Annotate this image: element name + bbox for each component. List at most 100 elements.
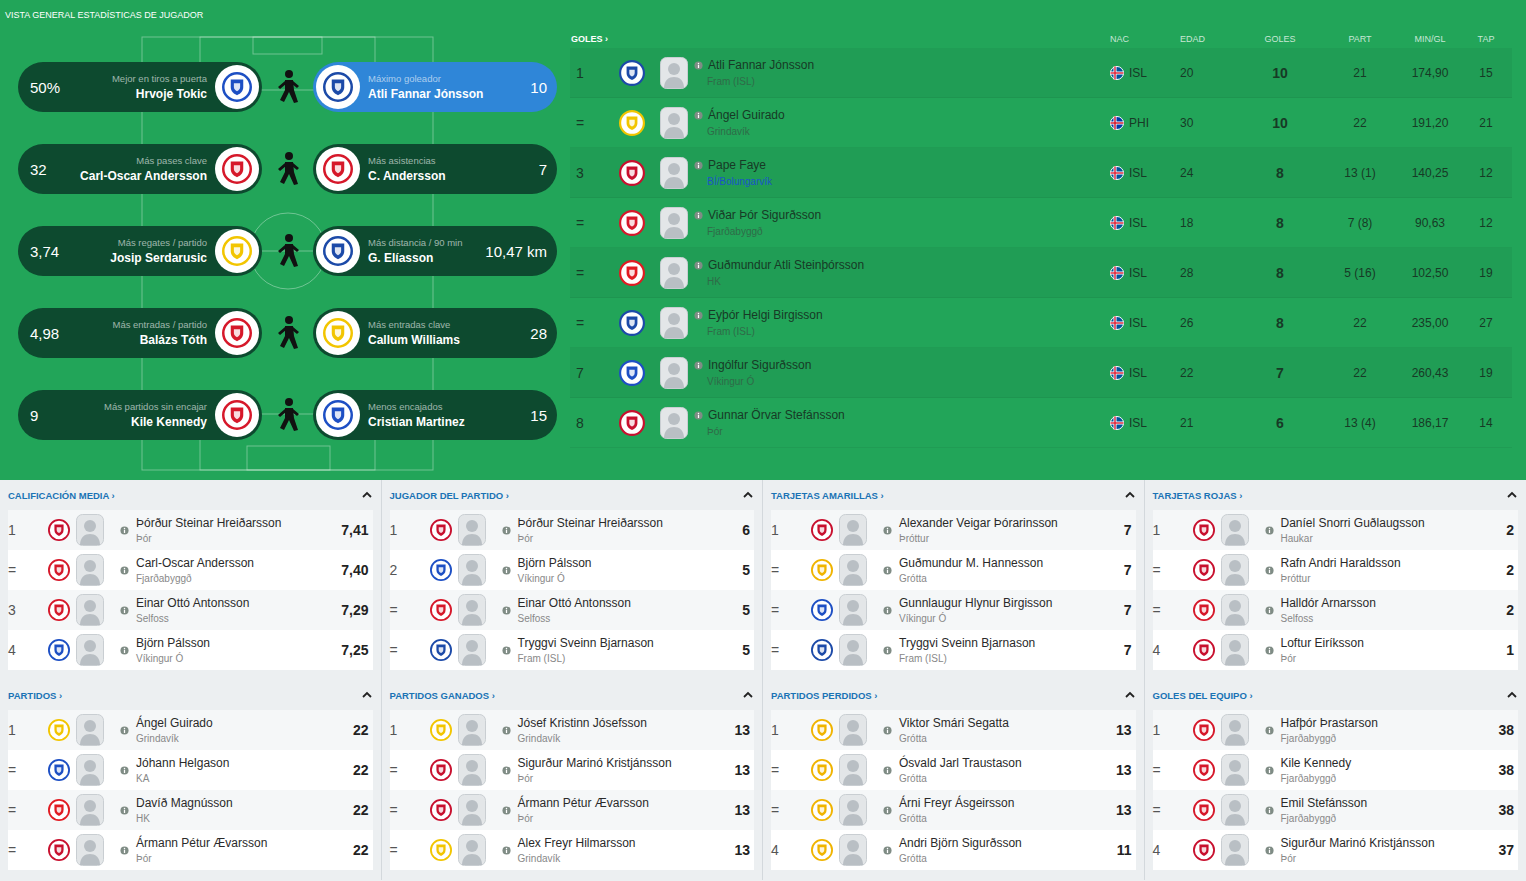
column-header[interactable]: TAP — [1460, 34, 1512, 44]
leader-card[interactable]: 15Menos encajadosCristian Martinez — [313, 390, 557, 440]
column-header[interactable]: EDAD — [1180, 34, 1240, 44]
info-icon[interactable] — [1265, 566, 1274, 575]
player-name[interactable]: Eyþór Helgi Birgisson — [708, 308, 823, 322]
club-name[interactable]: Fram (ISL) — [694, 326, 1110, 337]
column-header[interactable]: NAC — [1110, 34, 1180, 44]
goals-row[interactable]: 1Atli Fannar JónssonFram (ISL)ISL2010211… — [570, 48, 1512, 98]
collapse-chevron-icon[interactable] — [1124, 489, 1136, 501]
panel-row[interactable]: 2Björn PálssonVíkingur Ó5 — [390, 550, 755, 590]
panel-row[interactable]: =Alex Freyr HilmarssonGrindavík13 — [390, 830, 755, 870]
player-name[interactable]: Viðar Þór Sigurðsson — [708, 208, 821, 222]
panel-row[interactable]: 1Hafþór ÞrastarsonFjarðabyggð38 — [1153, 710, 1519, 750]
collapse-chevron-icon[interactable] — [1506, 489, 1518, 501]
player-name[interactable]: Rafn Andri Haraldsson — [1281, 556, 1499, 570]
club-name[interactable]: Þór — [518, 533, 735, 544]
leader-card[interactable]: 3,74Más regates / partidoJosip Serdarusi… — [18, 226, 262, 276]
panel-title[interactable]: GOLES DEL EQUIPO › — [1153, 690, 1253, 701]
info-icon[interactable] — [502, 646, 511, 655]
info-icon[interactable] — [694, 161, 703, 170]
leader-name[interactable]: Atli Fannar Jónsson — [368, 87, 522, 101]
club-name[interactable]: Víkingur Ó — [899, 613, 1116, 624]
goals-row[interactable]: 3Pape FayeBÍ/BolungarvíkISL24813 (1)140,… — [570, 148, 1512, 198]
club-name[interactable]: Þór — [518, 813, 727, 824]
info-icon[interactable] — [1265, 806, 1274, 815]
player-name[interactable]: Kile Kennedy — [1281, 756, 1491, 770]
club-name[interactable]: Grótta — [899, 573, 1116, 584]
collapse-chevron-icon[interactable] — [361, 689, 373, 701]
panel-row[interactable]: =Tryggvi Sveinn BjarnasonFram (ISL)5 — [390, 630, 755, 670]
player-name[interactable]: Ármann Pétur Ævarsson — [136, 836, 345, 850]
panel-row[interactable]: 1Þórður Steinar HreiðarssonÞór7,41 — [8, 510, 373, 550]
club-name[interactable]: Fjarðabyggð — [1281, 813, 1491, 824]
info-icon[interactable] — [1265, 766, 1274, 775]
info-icon[interactable] — [120, 646, 129, 655]
club-name[interactable]: Grótta — [899, 813, 1108, 824]
info-icon[interactable] — [120, 806, 129, 815]
player-name[interactable]: Tryggvi Sveinn Bjarnason — [518, 636, 735, 650]
player-name[interactable]: Carl-Oscar Andersson — [136, 556, 333, 570]
column-header[interactable]: MIN/GL — [1400, 34, 1460, 44]
player-name[interactable]: Pape Faye — [708, 158, 766, 172]
info-icon[interactable] — [883, 846, 892, 855]
leader-name[interactable]: Balázs Tóth — [67, 333, 207, 347]
panel-row[interactable]: 1Alexander Veigar ÞórarinssonÞróttur7 — [771, 510, 1136, 550]
info-icon[interactable] — [1265, 846, 1274, 855]
club-name[interactable]: Þór — [1281, 653, 1499, 664]
player-name[interactable]: Ángel Guirado — [136, 716, 345, 730]
leader-card[interactable]: 7Más asistenciasC. Andersson — [313, 144, 557, 194]
info-icon[interactable] — [502, 726, 511, 735]
info-icon[interactable] — [883, 606, 892, 615]
panel-row[interactable]: 1Viktor Smári SegattaGrótta13 — [771, 710, 1136, 750]
panel-row[interactable]: 1Þórður Steinar HreiðarssonÞór6 — [390, 510, 755, 550]
panel-row[interactable]: =Carl-Oscar AnderssonFjarðabyggð7,40 — [8, 550, 373, 590]
club-name[interactable]: Fram (ISL) — [518, 653, 735, 664]
panel-row[interactable]: =Davíð MagnússonHK22 — [8, 790, 373, 830]
info-icon[interactable] — [883, 766, 892, 775]
info-icon[interactable] — [694, 111, 703, 120]
collapse-chevron-icon[interactable] — [1506, 689, 1518, 701]
player-name[interactable]: Hafþór Þrastarson — [1281, 716, 1491, 730]
collapse-chevron-icon[interactable] — [361, 489, 373, 501]
goals-row[interactable]: =Guðmundur Atli SteinþórssonHKISL2885 (1… — [570, 248, 1512, 298]
info-icon[interactable] — [694, 261, 703, 270]
player-name[interactable]: Guðmundur Atli Steinþórsson — [708, 258, 864, 272]
info-icon[interactable] — [502, 846, 511, 855]
info-icon[interactable] — [502, 526, 511, 535]
player-name[interactable]: Sigurður Marinó Kristjánsson — [1281, 836, 1491, 850]
player-name[interactable]: Alexander Veigar Þórarinsson — [899, 516, 1116, 530]
club-name[interactable]: Þór — [694, 426, 1110, 437]
club-name[interactable]: Þór — [518, 773, 727, 784]
leader-card[interactable]: 10,47 kmMás distancia / 90 minG. Elíasso… — [313, 226, 557, 276]
info-icon[interactable] — [1265, 526, 1274, 535]
info-icon[interactable] — [694, 61, 703, 70]
player-name[interactable]: Daníel Snorri Guðlaugsson — [1281, 516, 1499, 530]
panel-row[interactable]: 4Loftur EiríkssonÞór1 — [1153, 630, 1519, 670]
info-icon[interactable] — [883, 726, 892, 735]
info-icon[interactable] — [694, 411, 703, 420]
panel-row[interactable]: 1Daníel Snorri GuðlaugssonHaukar2 — [1153, 510, 1519, 550]
player-name[interactable]: Sigurður Marinó Kristjánsson — [518, 756, 727, 770]
club-name[interactable]: Þór — [136, 853, 345, 864]
panel-row[interactable]: =Rafn Andri HaraldssonÞróttur2 — [1153, 550, 1519, 590]
panel-row[interactable]: =Guðmundur M. HannessonGrótta7 — [771, 550, 1136, 590]
panel-row[interactable]: =Kile KennedyFjarðabyggð38 — [1153, 750, 1519, 790]
club-name[interactable]: Grótta — [899, 853, 1109, 864]
panel-row[interactable]: =Tryggvi Sveinn BjarnasonFram (ISL)7 — [771, 630, 1136, 670]
player-name[interactable]: Gunnlaugur Hlynur Birgisson — [899, 596, 1116, 610]
panel-title[interactable]: TARJETAS ROJAS › — [1153, 490, 1243, 501]
player-name[interactable]: Jósef Kristinn Jósefsson — [518, 716, 727, 730]
info-icon[interactable] — [883, 646, 892, 655]
player-name[interactable]: Ingólfur Sigurðsson — [708, 358, 811, 372]
leader-card[interactable]: 4,98Más entradas / partidoBalázs Tóth — [18, 308, 262, 358]
player-name[interactable]: Davíð Magnússon — [136, 796, 345, 810]
info-icon[interactable] — [694, 361, 703, 370]
info-icon[interactable] — [1265, 606, 1274, 615]
goals-row[interactable]: 7Ingólfur SigurðssonVíkingur ÓISL2272226… — [570, 348, 1512, 398]
club-name[interactable]: Þróttur — [1281, 573, 1499, 584]
club-name[interactable]: Fram (ISL) — [899, 653, 1116, 664]
club-name[interactable]: Þróttur — [899, 533, 1116, 544]
panel-row[interactable]: 4Sigurður Marinó KristjánssonÞór37 — [1153, 830, 1519, 870]
club-name[interactable]: Grindavík — [518, 733, 727, 744]
player-name[interactable]: Ángel Guirado — [708, 108, 785, 122]
player-name[interactable]: Atli Fannar Jónsson — [708, 58, 814, 72]
